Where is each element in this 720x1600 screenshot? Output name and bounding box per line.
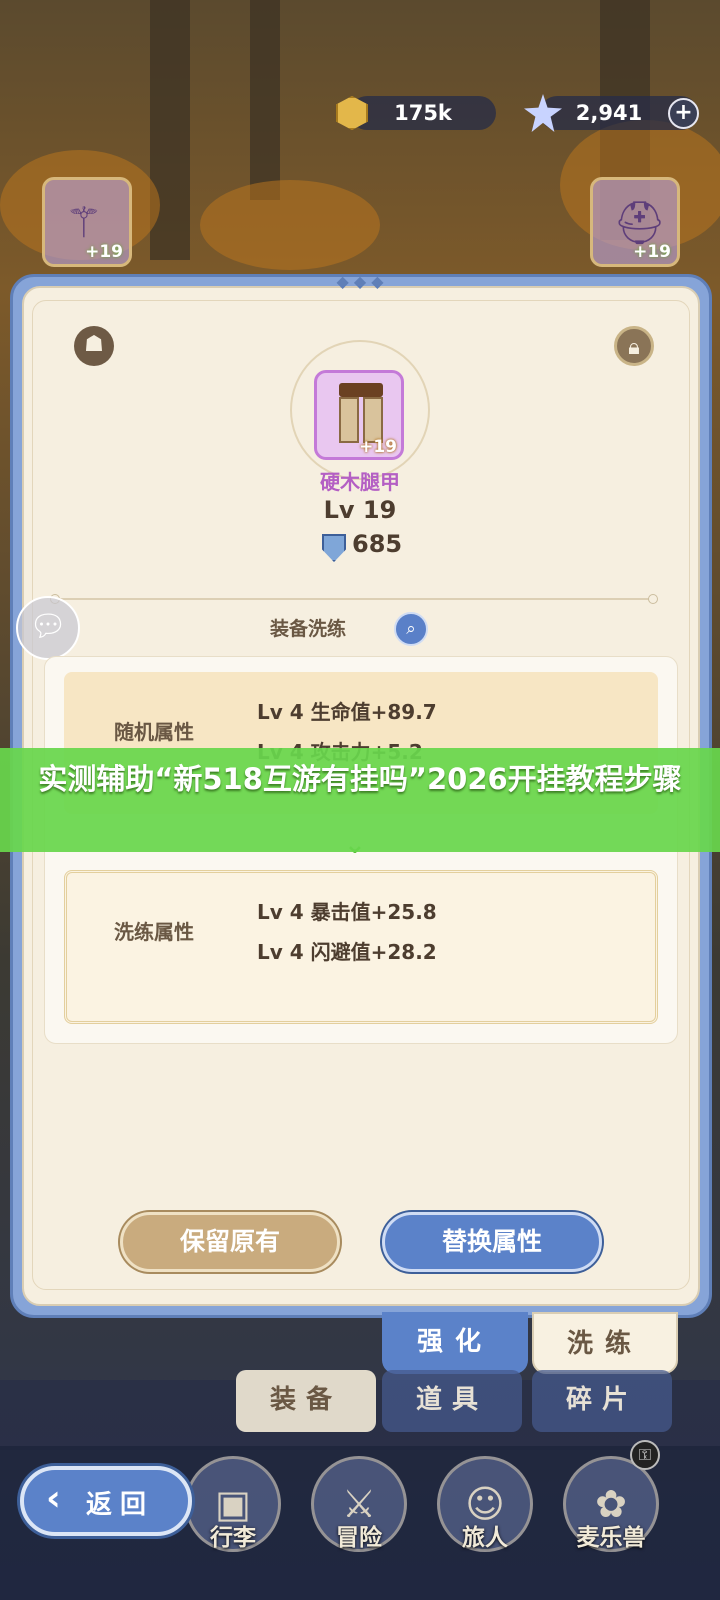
item-slot: +19	[314, 370, 404, 460]
tab-equipment[interactable]: 装备	[236, 1370, 376, 1432]
nav-traveler[interactable]: ☺ 旅人	[430, 1456, 540, 1586]
refine-attribute-label: 洗练属性	[114, 920, 194, 944]
coin-amount: 175k	[394, 101, 452, 125]
nav-adventure[interactable]: ⚔ 冒险	[304, 1456, 414, 1586]
weapon-slot[interactable]: ⚚ +19	[42, 177, 132, 267]
character-icon[interactable]: ☗	[74, 326, 114, 366]
tab-refine[interactable]: 洗练	[532, 1312, 678, 1374]
leg-armor-icon	[339, 383, 383, 443]
tab-shards[interactable]: 碎片	[532, 1370, 672, 1432]
random-attribute-label: 随机属性	[114, 720, 194, 744]
random-attribute-line: Lv 4 生命值+89.7	[257, 700, 437, 724]
tab-items[interactable]: 道具	[382, 1370, 522, 1432]
item-name: 硬木腿甲	[320, 470, 400, 494]
back-arrow-icon: ‹	[46, 1478, 61, 1519]
staff-icon: ⚚	[65, 198, 103, 247]
refine-attribute-line: Lv 4 暴击值+25.8	[257, 900, 437, 924]
item-enhance-level: +19	[359, 437, 397, 457]
gem-amount: 2,941	[575, 101, 643, 125]
refine-attribute-line: Lv 4 闪避值+28.2	[257, 940, 437, 964]
magnify-icon[interactable]: ⌕	[394, 612, 428, 646]
nav-traveler-label: 旅人	[462, 1525, 508, 1551]
back-button[interactable]: ‹ 返回	[20, 1466, 192, 1536]
divider	[50, 594, 658, 604]
tab-strengthen[interactable]: 强化	[382, 1312, 528, 1374]
item-power: 685	[352, 530, 403, 558]
helmet-icon: ⛑	[613, 198, 667, 247]
add-gems-button[interactable]: +	[668, 98, 699, 129]
weapon-enhance-level: +19	[85, 242, 123, 262]
nav-bag-label: 行李	[210, 1525, 256, 1551]
helmet-enhance-level: +19	[633, 242, 671, 262]
nav-adventure-label: 冒险	[336, 1525, 382, 1551]
nav-pet-label: 麦乐兽	[576, 1525, 646, 1551]
keep-original-button[interactable]: 保留原有	[120, 1212, 340, 1272]
helmet-slot[interactable]: ⛑ +19	[590, 177, 680, 267]
lock-icon: ⚿	[630, 1440, 660, 1470]
replace-attribute-button[interactable]: 替换属性	[382, 1212, 602, 1272]
item-level: Lv 19	[323, 496, 397, 524]
nav-pet[interactable]: ✿ 麦乐兽	[556, 1456, 666, 1586]
chat-icon[interactable]: 💬︎	[16, 596, 80, 660]
nav-bag[interactable]: ▣ 行李	[178, 1456, 288, 1586]
ornament-icon: ◆ ◆ ◆	[336, 272, 384, 291]
lock-toggle-icon[interactable]: 🔒︎	[614, 326, 654, 366]
back-button-label: 返回	[86, 1490, 155, 1520]
coin-counter: 175k	[350, 96, 496, 130]
overlay-banner-text: 实测辅助“新518互游有挂吗”2026开挂教程步骤	[38, 762, 682, 796]
